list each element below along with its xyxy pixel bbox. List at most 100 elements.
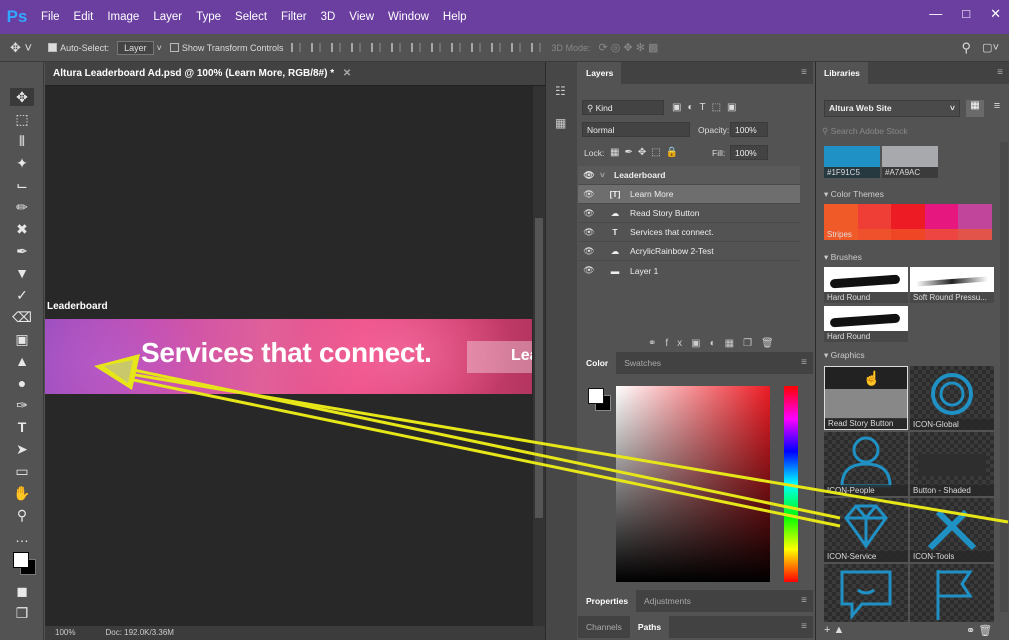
align-top-icon[interactable] xyxy=(291,43,302,52)
auto-select-checkbox[interactable] xyxy=(48,43,58,52)
graphic-icon-tools[interactable]: ICON-Tools xyxy=(910,498,994,562)
path-select-icon[interactable]: ➤ xyxy=(10,440,34,458)
hand-tool-icon[interactable]: ✋ xyxy=(10,484,34,502)
panel-menu-icon[interactable]: ≡ xyxy=(801,67,807,78)
show-transform-checkbox[interactable] xyxy=(169,43,179,52)
minimize-icon[interactable]: — xyxy=(929,6,942,22)
swatch-gray[interactable]: #A7A9AC xyxy=(882,146,938,178)
graphic-icon-people[interactable]: ICON-People xyxy=(824,432,908,496)
graphic-icon-flag[interactable] xyxy=(910,564,994,622)
lasso-tool-icon[interactable]: ⦀ xyxy=(10,132,34,150)
blur-tool-icon[interactable]: ▲ xyxy=(10,352,34,370)
magic-wand-icon[interactable]: ✦ xyxy=(10,154,34,172)
layer-actions-icons[interactable]: ⚭fx▣◐▦❐🗑 xyxy=(648,338,783,349)
tab-channels[interactable]: Channels xyxy=(578,616,630,638)
layer-filter-icons[interactable]: ▣◐T⬚▣ xyxy=(672,102,743,113)
brush-hard-round[interactable]: Hard Round xyxy=(824,267,908,303)
layer-row[interactable]: 👁 ▬ Layer 1 xyxy=(578,261,800,280)
align-hcenter-icon[interactable] xyxy=(371,43,382,52)
distribute-right-icon[interactable] xyxy=(511,43,522,52)
eye-icon[interactable]: 👁 xyxy=(578,227,600,238)
zoom-level[interactable]: 100% xyxy=(55,628,75,638)
graphics-heading[interactable]: ▾ Graphics xyxy=(824,350,865,361)
library-scrollbar[interactable] xyxy=(1000,142,1008,612)
menu-type[interactable]: Type xyxy=(196,11,221,23)
menu-3d[interactable]: 3D xyxy=(321,11,336,23)
graphic-icon-global[interactable]: ICON-Global xyxy=(910,366,994,430)
tab-layers[interactable]: Layers xyxy=(578,62,622,84)
align-vcenter-icon[interactable] xyxy=(311,43,322,52)
workspace-icon[interactable]: ▢˅ xyxy=(982,41,999,54)
document-tab[interactable]: Altura Leaderboard Ad.psd @ 100% (Learn … xyxy=(45,62,545,86)
layer-row[interactable]: 👁 [T] Learn More xyxy=(578,185,800,204)
panel-menu-icon[interactable]: ≡ xyxy=(997,67,1003,78)
theme-stripes[interactable]: Stripes xyxy=(824,204,992,240)
tab-color[interactable]: Color xyxy=(578,352,617,374)
align-right-icon[interactable] xyxy=(391,43,402,52)
layer-row[interactable]: 👁 ☁ Read Story Button xyxy=(578,204,800,223)
stock-search[interactable]: ⚲ Search Adobe Stock xyxy=(822,126,992,137)
panel-menu-icon[interactable]: ≡ xyxy=(801,621,807,632)
menu-layer[interactable]: Layer xyxy=(153,11,182,23)
panel-menu-icon[interactable]: ≡ xyxy=(801,595,807,606)
menu-file[interactable]: File xyxy=(41,11,60,23)
distribute-top-icon[interactable] xyxy=(411,43,422,52)
tab-adjustments[interactable]: Adjustments xyxy=(636,590,699,612)
layer-row[interactable]: 👁 T Services that connect. xyxy=(578,223,800,242)
eraser-tool-icon[interactable]: ⌫ xyxy=(10,308,34,326)
scroll-thumb[interactable] xyxy=(535,218,543,518)
foreground-swatch[interactable] xyxy=(13,552,29,568)
fg-color-chip[interactable] xyxy=(588,388,604,404)
marquee-tool-icon[interactable]: ⬚ xyxy=(10,110,34,128)
maximize-icon[interactable]: □ xyxy=(962,6,970,22)
tab-swatches[interactable]: Swatches xyxy=(616,352,669,374)
more-tools-icon[interactable]: … xyxy=(10,528,34,546)
brushes-heading[interactable]: ▾ Brushes xyxy=(824,252,862,263)
menu-select[interactable]: Select xyxy=(235,11,267,23)
eye-icon[interactable]: 👁 xyxy=(578,170,600,181)
menu-window[interactable]: Window xyxy=(388,11,429,23)
layer-row[interactable]: 👁 ☁ AcrylicRainbow 2-Test xyxy=(578,242,800,261)
layer-row[interactable]: 👁 ˅ Leaderboard xyxy=(578,166,800,185)
brush-hard-round-2[interactable]: Hard Round xyxy=(824,306,908,342)
type-tool-icon[interactable]: T xyxy=(10,418,34,436)
canvas-scrollbar[interactable] xyxy=(533,86,545,626)
grid-view-icon[interactable]: ▦ xyxy=(966,100,984,117)
chevron-down-icon[interactable]: ˅ xyxy=(600,170,614,180)
move-tool-icon[interactable]: ✥ ˅ xyxy=(10,40,32,56)
menu-filter[interactable]: Filter xyxy=(281,11,307,23)
eyedropper-icon[interactable]: ✏ xyxy=(10,198,34,216)
graphic-icon-service[interactable]: ICON-Service xyxy=(824,498,908,562)
graphic-button-shaded[interactable]: Button - Shaded xyxy=(910,432,994,496)
brush-tool-icon[interactable]: ✒ xyxy=(10,242,34,260)
align-bottom-icon[interactable] xyxy=(331,43,342,52)
distribute-left-icon[interactable] xyxy=(471,43,482,52)
align-left-icon[interactable] xyxy=(351,43,362,52)
search-icon[interactable]: ⚲ xyxy=(961,40,971,56)
list-view-icon[interactable]: ≡ xyxy=(988,100,1006,117)
close-tab-icon[interactable]: ✕ xyxy=(343,68,351,79)
menu-image[interactable]: Image xyxy=(107,11,139,23)
distribute-vcenter-icon[interactable] xyxy=(431,43,442,52)
eye-icon[interactable]: 👁 xyxy=(578,246,600,257)
eye-icon[interactable]: 👁 xyxy=(578,265,600,276)
brush-soft-round[interactable]: Soft Round Pressu... xyxy=(910,267,994,303)
library-dropdown[interactable]: Altura Web Site ˅ xyxy=(824,100,960,117)
pen-tool-icon[interactable]: ✑ xyxy=(10,396,34,414)
auto-align-icon[interactable] xyxy=(531,43,542,52)
screen-mode-icon[interactable]: ❐ xyxy=(10,604,34,622)
filter-kind-dropdown[interactable]: ⚲ Kind xyxy=(582,100,664,115)
history-brush-icon[interactable]: ✓ xyxy=(10,286,34,304)
panel-menu-icon[interactable]: ≡ xyxy=(801,357,807,368)
hue-slider[interactable] xyxy=(784,386,798,582)
lock-icons[interactable]: ▦✒✥⬚🔒 xyxy=(610,147,683,158)
distribute-bottom-icon[interactable] xyxy=(451,43,462,52)
add-content-icon[interactable]: + ▲ xyxy=(824,624,844,636)
eye-icon[interactable]: 👁 xyxy=(578,208,600,219)
graphic-read-story-button[interactable]: ☝ Read Story Button xyxy=(824,366,908,430)
gradient-tool-icon[interactable]: ▣ xyxy=(10,330,34,348)
doc-info[interactable]: Doc: 192.0K/3.36M xyxy=(105,628,173,638)
opacity-field[interactable]: 100% xyxy=(730,122,768,137)
color-themes-heading[interactable]: ▾ Color Themes xyxy=(824,189,884,200)
history-panel-icon[interactable]: ☷ xyxy=(555,84,566,98)
